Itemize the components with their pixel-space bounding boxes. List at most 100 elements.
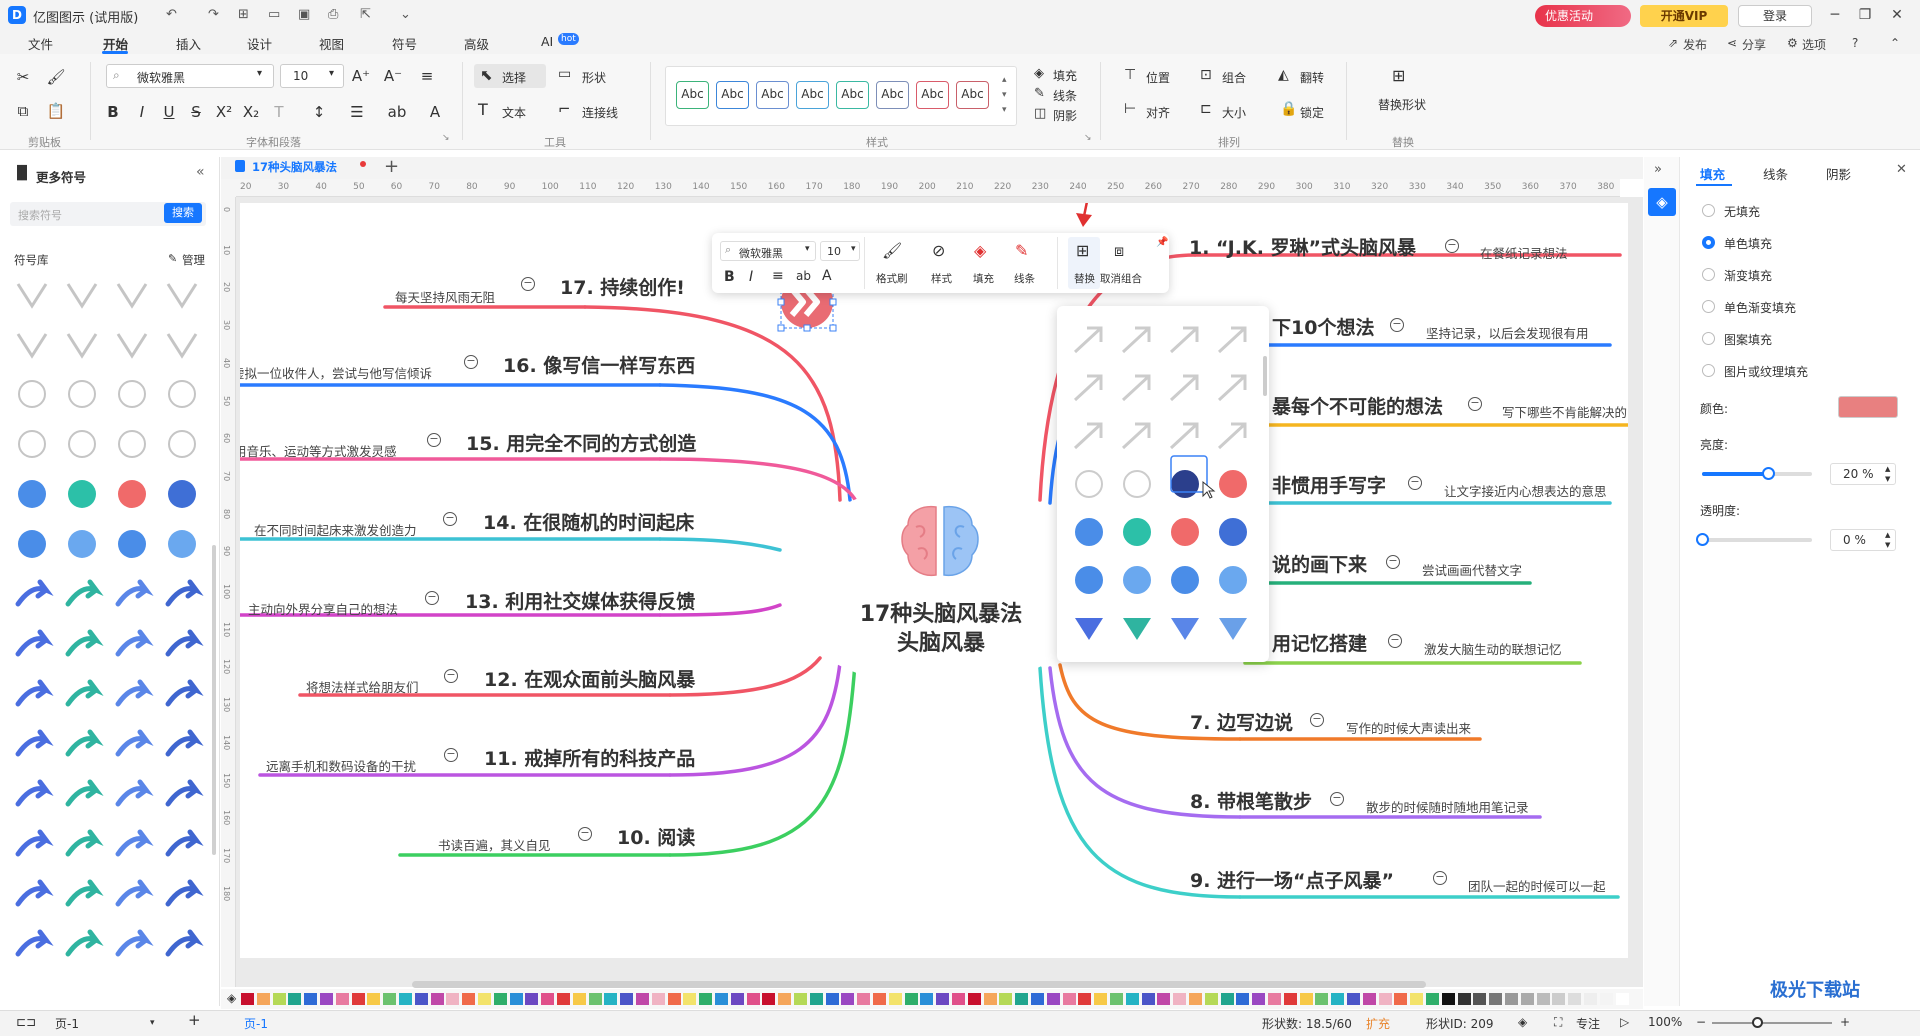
topic[interactable]: 9. 进行一场“点子风暴” [1190,866,1394,893]
fill-icon[interactable]: ◈ [974,241,986,260]
palette-swatch[interactable] [920,993,934,1005]
color-palette[interactable]: ◈ [221,989,1643,1009]
redo-icon[interactable]: ↷ [208,7,219,22]
arrow-left-outline-icon[interactable] [166,283,198,309]
line-icon[interactable]: ✎ [1015,241,1028,260]
position-button[interactable]: 位置 [1146,69,1170,86]
group-icon[interactable]: ⊡ [1200,67,1212,83]
palette-swatch[interactable] [746,993,760,1005]
replace-shape-option-icon[interactable] [1219,618,1247,640]
subscript-icon[interactable]: X₂ [240,101,262,123]
zoom-in-icon[interactable]: + [1840,1015,1850,1029]
palette-swatch[interactable] [1473,993,1487,1005]
open-icon[interactable]: ▭ [268,7,280,22]
spinner-icon[interactable]: ▲ ▼ [1885,464,1890,484]
option-mono-gradient[interactable]: 单色渐变填充 [1724,299,1796,316]
font-shrink-icon[interactable]: A⁻ [382,65,404,87]
palette-swatch[interactable] [715,993,728,1005]
palette-swatch[interactable] [399,993,412,1005]
palette-swatch[interactable] [272,993,286,1005]
palette-swatch[interactable] [383,993,397,1005]
replace-shape-option-icon[interactable] [1169,374,1199,402]
options-icon[interactable]: ⚙ [1787,36,1798,50]
option-picture-fill[interactable]: 图片或纹理填充 [1724,363,1808,380]
palette-swatch[interactable] [1410,993,1424,1005]
palette-swatch[interactable] [1015,993,1029,1005]
zoom-slider[interactable] [1712,1017,1832,1028]
topic[interactable]: 8. 带根笔散步 [1190,787,1312,814]
replace-shape-button[interactable]: 替换形状 [1378,96,1426,113]
replace-shape-option-icon[interactable] [1073,422,1103,450]
customize-icon[interactable]: ⌄ [400,7,411,22]
rectangle-icon[interactable]: ▭ [558,66,571,82]
float-size-select[interactable]: 10 ▾ [820,241,860,261]
copy-icon[interactable]: ⧉ [12,100,34,122]
palette-swatch[interactable] [588,993,602,1005]
palette-swatch[interactable] [1457,993,1471,1005]
style-icon[interactable]: ⊘ [932,241,945,260]
palette-swatch[interactable] [1078,993,1092,1005]
palette-swatch[interactable] [936,993,950,1005]
replace-shape-option-icon[interactable] [1121,374,1151,402]
arrow-circle-icon[interactable] [68,480,96,508]
arrow-curve-icon[interactable] [165,879,204,907]
palette-swatch[interactable] [730,993,744,1005]
cut-icon[interactable]: ✂ [12,66,34,88]
topic[interactable]: 11. 戒掉所有的科技产品 [484,744,695,771]
new-icon[interactable]: ⊞ [238,7,249,22]
brightness-slider[interactable] [1702,467,1812,480]
palette-swatch[interactable] [288,993,302,1005]
collapse-icon[interactable]: − [1390,318,1404,332]
palette-swatch[interactable] [651,993,665,1005]
drawing-canvas[interactable]: ↻ 17种头脑风暴法 头脑风暴 每天坚持风雨无阻 − 17. 持续创作! 虚拟一… [240,203,1628,958]
palette-swatch[interactable] [320,993,333,1005]
arrow-circle-icon[interactable] [65,829,104,857]
size-button[interactable]: 大小 [1222,104,1246,121]
color-swatch[interactable] [1838,396,1898,418]
connector-icon[interactable]: ⌐ [558,100,571,118]
arrow-curve-icon[interactable] [15,929,54,957]
palette-swatch[interactable] [1615,993,1629,1005]
double-chevron-teal-icon[interactable] [68,530,96,558]
collapse-icon[interactable]: − [1386,555,1400,569]
replace-shape-option-icon[interactable] [1217,374,1247,402]
style-swatch[interactable]: Abc [876,81,909,109]
zoom-knob[interactable] [1752,1017,1763,1028]
chevron-circle-filled-icon[interactable] [118,480,146,508]
fill-panel-icon[interactable]: ◈ [1648,188,1676,216]
font-grow-icon[interactable]: A⁺ [350,65,372,87]
option-no-fill[interactable]: 无填充 [1724,203,1760,220]
palette-swatch[interactable] [1441,993,1455,1005]
size-icon[interactable]: ⊏ [1200,101,1212,117]
palette-swatch[interactable] [1552,993,1566,1005]
palette-swatch[interactable] [857,993,871,1005]
format-painter-icon[interactable]: 🖌 [45,66,67,88]
replace-shape-option-icon[interactable] [1169,422,1199,450]
palette-swatch[interactable] [541,993,555,1005]
palette-swatch[interactable] [241,993,254,1005]
arrow-curve-icon[interactable] [15,879,54,907]
arrow-curve-icon[interactable] [65,679,104,707]
line-button[interactable]: 线条 [1053,87,1077,104]
arrow-curve-icon[interactable] [65,729,104,757]
group-button[interactable]: 组合 [1222,69,1246,86]
collapse-icon[interactable]: − [1388,634,1402,648]
palette-swatch[interactable] [1094,993,1108,1005]
topic-note[interactable]: 让文字接近内心想表达的意思 [1444,481,1607,500]
palette-swatch[interactable] [1315,993,1329,1005]
radio-solid-fill[interactable] [1702,236,1715,249]
collapse-icon[interactable]: − [1433,871,1447,885]
palette-swatch[interactable] [462,993,476,1005]
save-icon[interactable]: ▣ [298,7,310,22]
replace-shape-option-icon[interactable] [1121,326,1151,354]
superscript-icon[interactable]: X² [213,101,235,123]
style-swatch[interactable]: Abc [756,81,789,109]
scrollbar[interactable] [212,545,216,855]
italic-icon[interactable]: I [131,101,153,123]
help-icon[interactable]: ? [1852,36,1858,50]
topic-note[interactable]: 每天坚持风雨无阻 [395,287,495,306]
brightness-input[interactable]: 20 % ▲ ▼ [1830,463,1896,485]
play-circle-blue-icon[interactable] [18,530,46,558]
topic[interactable]: 1. “J.K. 罗琳”式头脑风暴 [1189,233,1416,260]
text-tool-label[interactable]: 文本 [502,104,526,121]
